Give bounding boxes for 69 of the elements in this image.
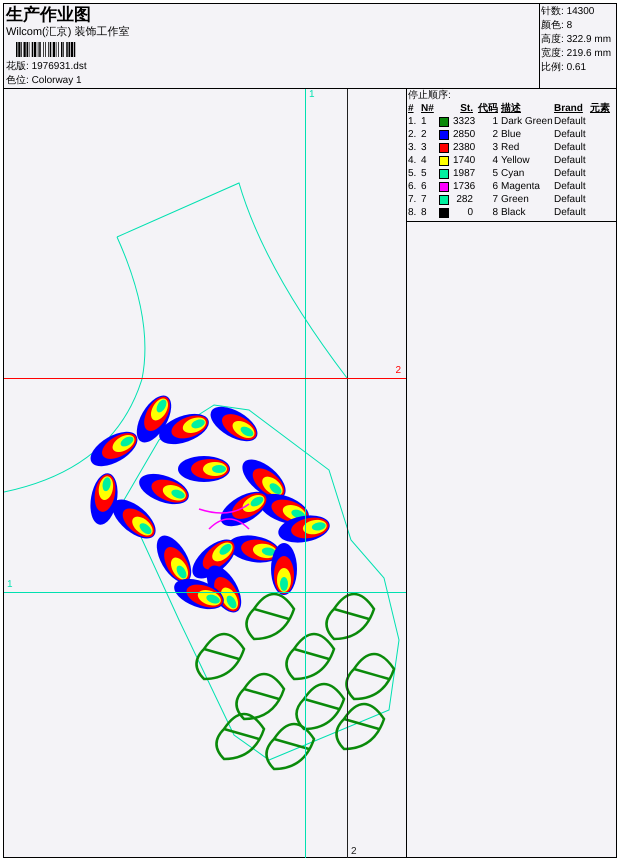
guide-label: 2 [351, 847, 357, 857]
column-header: 代码 [476, 102, 498, 115]
table-cell-text: 5 [491, 167, 498, 180]
table-cell-text: Red [500, 141, 520, 154]
table-cell: 2850 [453, 128, 473, 141]
table-cell-text: Default [554, 154, 587, 167]
guide-label: 2 [395, 366, 401, 376]
table-cell: 3323 [453, 115, 473, 128]
summary-field: 颜色: 8 [541, 19, 616, 33]
table-cell: 1740 [453, 154, 473, 167]
table-cell-text: 1 [491, 115, 498, 128]
column-header: Brand [554, 102, 584, 115]
column-header: 描述 [500, 102, 522, 115]
table-cell-text: Default [554, 115, 587, 128]
design-field: 花版: 1976931.dst [6, 60, 539, 74]
summary-field: 高度: 322.9 mm [541, 33, 616, 47]
table-cell-text: 2 [421, 128, 428, 141]
table-cell-text: 4 [421, 154, 428, 167]
table-cell-text: 4. [408, 154, 418, 167]
table-cell-text: 6 [421, 180, 428, 193]
table-cell-text: 5. [408, 167, 418, 180]
table-cell-text: 7 [491, 193, 498, 206]
table-cell-text: 3. [408, 141, 418, 154]
table-cell-text: 5 [421, 167, 428, 180]
summary-field: 针数: 14300 [541, 5, 616, 19]
table-cell-text: 2. [408, 128, 418, 141]
table-cell-text: 4 [491, 154, 498, 167]
table-cell-text: 7 [421, 193, 428, 206]
table-cell-text: 8. [408, 206, 418, 219]
table-cell-text: 0 [466, 206, 473, 219]
table-cell-text: 2 [491, 128, 498, 141]
table-cell-text: 8 [491, 206, 498, 219]
table-cell-text: Default [554, 141, 587, 154]
design-field: 色位: Colorway 1 [6, 74, 539, 88]
table-cell-text: 3 [421, 141, 428, 154]
column-header: N# [421, 102, 435, 115]
table-cell: 1987 [453, 167, 473, 180]
table-cell-text: Dark Green [500, 115, 554, 128]
table-cell-text: Default [554, 180, 587, 193]
table-cell: 2380 [453, 141, 473, 154]
table-cell-text: Magenta [500, 180, 541, 193]
table-cell-text: 1. [408, 115, 418, 128]
column-header: St. [459, 102, 473, 115]
column-header: 元素 [590, 102, 611, 115]
company-name: Wilcom(汇京) 装饰工作室 [6, 25, 130, 39]
table-title: 停止顺序: [408, 89, 452, 102]
table-cell-text: Blue [500, 128, 522, 141]
table-cell-text: Default [554, 128, 587, 141]
table-cell-text: 8 [421, 206, 428, 219]
table-cell-text: 3 [491, 141, 498, 154]
table-cell-text: Default [554, 193, 587, 206]
table-cell-text: Green [500, 193, 530, 206]
table-cell-text: Black [500, 206, 526, 219]
table-cell-text: 7. [408, 193, 418, 206]
table-cell-text: Yellow [500, 154, 531, 167]
summary-field: 宽度: 219.6 mm [541, 47, 616, 61]
table-cell-text: Default [554, 167, 587, 180]
guide-label: 1 [309, 90, 315, 100]
table-cell-text: Default [554, 206, 587, 219]
table-cell-text: 6 [491, 180, 498, 193]
guide-label: 1 [7, 580, 13, 590]
column-header: # [408, 102, 415, 115]
document-title: 生产作业图 [6, 5, 92, 25]
table-cell-text: Cyan [500, 167, 526, 180]
table-cell-text: 6. [408, 180, 418, 193]
table-cell-text: 1 [421, 115, 428, 128]
table-cell: 1736 [453, 180, 473, 193]
summary-field: 比例: 0.61 [541, 61, 616, 75]
table-cell-text: 282 [455, 193, 473, 206]
